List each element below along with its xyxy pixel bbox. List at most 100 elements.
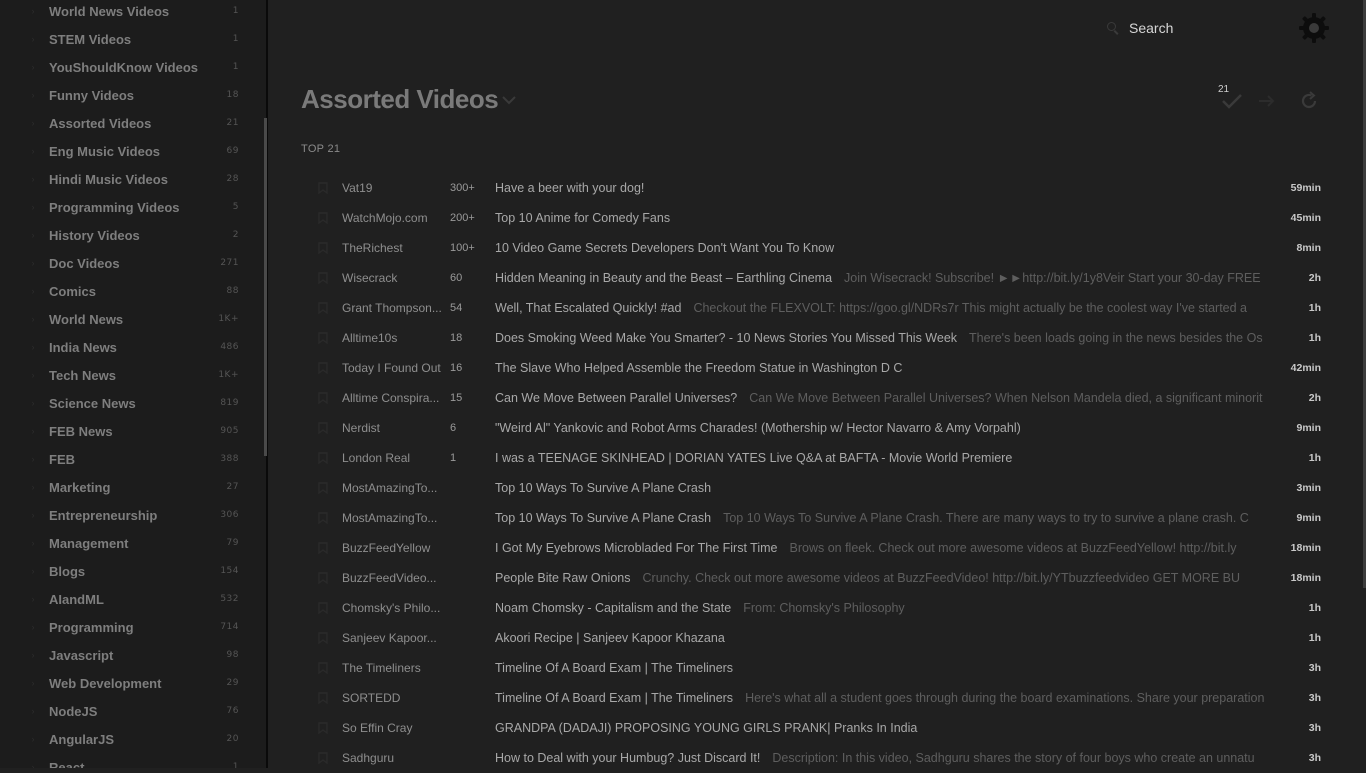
sidebar-item[interactable]: › React 1 <box>0 753 262 769</box>
sidebar-item[interactable]: › Assorted Videos 21 <box>0 109 262 137</box>
article-row[interactable]: Sanjeev Kapoor... Akoori Recipe | Sanjeev… <box>301 623 1328 653</box>
sidebar-item[interactable]: › Comics 88 <box>0 277 262 305</box>
article-source[interactable]: The Timeliners <box>342 661 444 675</box>
article-row[interactable]: TheRichest 100+ 10 Video Game Secrets Deve… <box>301 233 1328 263</box>
article-source[interactable]: Wisecrack <box>342 271 444 285</box>
sidebar-item[interactable]: › YouShouldKnow Videos 1 <box>0 53 262 81</box>
article-text[interactable]: Top 10 Anime for Comedy Fans <box>495 211 1293 225</box>
article-text[interactable]: Well, That Escalated Quickly! #ad Checkou… <box>495 301 1293 315</box>
article-row[interactable]: The Timeliners Timeline Of A Board Exam |… <box>301 653 1328 683</box>
article-text[interactable]: Does Smoking Weed Make You Smarter? - 10… <box>495 331 1293 345</box>
article-source[interactable]: Chomsky's Philo... <box>342 601 444 615</box>
sidebar-item[interactable]: › FEB 388 <box>0 445 262 473</box>
article-source[interactable]: So Effin Cray <box>342 721 444 735</box>
sidebar-item[interactable]: › Blogs 154 <box>0 557 262 585</box>
bookmark-icon[interactable] <box>318 362 328 374</box>
article-title[interactable]: Top 10 Anime for Comedy Fans <box>495 211 670 225</box>
article-source[interactable]: WatchMojo.com <box>342 211 444 225</box>
chevron-right-icon[interactable]: › <box>29 426 37 436</box>
bookmark-icon[interactable] <box>318 452 328 464</box>
article-row[interactable]: Nerdist 6 "Weird Al" Yankovic and Robot Ar… <box>301 413 1328 443</box>
sidebar-item[interactable]: › Management 79 <box>0 529 262 557</box>
chevron-right-icon[interactable]: › <box>29 594 37 604</box>
sidebar-item[interactable]: › Science News 819 <box>0 389 262 417</box>
article-source[interactable]: BuzzFeedYellow <box>342 541 444 555</box>
article-text[interactable]: Timeline Of A Board Exam | The Timeliner… <box>495 691 1293 705</box>
search-label[interactable]: Search <box>1129 20 1173 36</box>
article-title[interactable]: Top 10 Ways To Survive A Plane Crash <box>495 511 711 525</box>
bookmark-icon[interactable] <box>318 722 328 734</box>
chevron-right-icon[interactable]: › <box>29 230 37 240</box>
bookmark-icon[interactable] <box>318 242 328 254</box>
article-row[interactable]: SORTEDD Timeline Of A Board Exam | The Ti… <box>301 683 1328 713</box>
refresh-icon[interactable] <box>1298 90 1320 112</box>
chevron-right-icon[interactable]: › <box>29 398 37 408</box>
sidebar-item[interactable]: › Funny Videos 18 <box>0 81 262 109</box>
article-text[interactable]: "Weird Al" Yankovic and Robot Arms Chara… <box>495 421 1293 435</box>
chevron-right-icon[interactable]: › <box>29 706 37 716</box>
article-row[interactable]: So Effin Cray GRANDPA (DADAJI) PROPOSING … <box>301 713 1328 743</box>
bookmark-icon[interactable] <box>318 752 328 764</box>
article-text[interactable]: Akoori Recipe | Sanjeev Kapoor Khazana <box>495 631 1293 645</box>
article-source[interactable]: Vat19 <box>342 181 444 195</box>
article-text[interactable]: Timeline Of A Board Exam | The Timeliner… <box>495 661 1293 675</box>
sidebar-item[interactable]: › AngularJS 20 <box>0 725 262 753</box>
article-row[interactable]: MostAmazingTo... Top 10 Ways To Survive A… <box>301 473 1328 503</box>
article-text[interactable]: Top 10 Ways To Survive A Plane Crash <box>495 481 1293 495</box>
article-source[interactable]: TheRichest <box>342 241 444 255</box>
article-row[interactable]: BuzzFeedVideo... People Bite Raw Onions Cr… <box>301 563 1328 593</box>
article-row[interactable]: London Real 1 I was a TEENAGE SKINHEAD | D… <box>301 443 1328 473</box>
chevron-right-icon[interactable]: › <box>29 202 37 212</box>
chevron-right-icon[interactable]: › <box>29 538 37 548</box>
sidebar-item[interactable]: › STEM Videos 1 <box>0 25 262 53</box>
bookmark-icon[interactable] <box>318 272 328 284</box>
sidebar-item[interactable]: › Hindi Music Videos 28 <box>0 165 262 193</box>
chevron-right-icon[interactable]: › <box>29 650 37 660</box>
sidebar-item[interactable]: › World News Videos 1 <box>0 0 262 25</box>
article-text[interactable]: The Slave Who Helped Assemble the Freedo… <box>495 361 1293 375</box>
article-title[interactable]: Does Smoking Weed Make You Smarter? - 10… <box>495 331 957 345</box>
chevron-right-icon[interactable]: › <box>29 566 37 576</box>
sidebar-item[interactable]: › Programming 714 <box>0 613 262 641</box>
article-title[interactable]: I Got My Eyebrows Microbladed For The Fi… <box>495 541 778 555</box>
article-text[interactable]: Can We Move Between Parallel Universes? C… <box>495 391 1293 405</box>
article-text[interactable]: I was a TEENAGE SKINHEAD | DORIAN YATES … <box>495 451 1293 465</box>
chevron-right-icon[interactable]: › <box>29 174 37 184</box>
article-row[interactable]: Sadhguru How to Deal with your Humbug? Ju… <box>301 743 1328 773</box>
article-source[interactable]: Nerdist <box>342 421 444 435</box>
article-title[interactable]: People Bite Raw Onions <box>495 571 631 585</box>
bookmark-icon[interactable] <box>318 632 328 644</box>
bookmark-icon[interactable] <box>318 302 328 314</box>
chevron-right-icon[interactable]: › <box>29 454 37 464</box>
sidebar-item[interactable]: › Doc Videos 271 <box>0 249 262 277</box>
chevron-right-icon[interactable]: › <box>29 34 37 44</box>
bookmark-icon[interactable] <box>318 332 328 344</box>
article-title[interactable]: Can We Move Between Parallel Universes? <box>495 391 737 405</box>
bookmark-icon[interactable] <box>318 662 328 674</box>
chevron-right-icon[interactable]: › <box>29 342 37 352</box>
article-row[interactable]: Alltime Conspira... 15 Can We Move Between… <box>301 383 1328 413</box>
sidebar-item[interactable]: › NodeJS 76 <box>0 697 262 725</box>
article-title[interactable]: Akoori Recipe | Sanjeev Kapoor Khazana <box>495 631 725 645</box>
article-row[interactable]: Alltime10s 18 Does Smoking Weed Make You S… <box>301 323 1328 353</box>
article-row[interactable]: Today I Found Out 16 The Slave Who Helped … <box>301 353 1328 383</box>
article-title[interactable]: I was a TEENAGE SKINHEAD | DORIAN YATES … <box>495 451 1012 465</box>
article-row[interactable]: WatchMojo.com 200+ Top 10 Anime for Comedy… <box>301 203 1328 233</box>
article-title[interactable]: The Slave Who Helped Assemble the Freedo… <box>495 361 902 375</box>
article-source[interactable]: London Real <box>342 451 444 465</box>
chevron-down-icon[interactable] <box>501 94 517 106</box>
article-source[interactable]: BuzzFeedVideo... <box>342 571 444 585</box>
article-title[interactable]: Hidden Meaning in Beauty and the Beast –… <box>495 271 832 285</box>
chevron-right-icon[interactable]: › <box>29 510 37 520</box>
sidebar-item[interactable]: › India News 486 <box>0 333 262 361</box>
sidebar-item[interactable]: › Javascript 98 <box>0 641 262 669</box>
sidebar-item[interactable]: › Tech News 1K+ <box>0 361 262 389</box>
article-text[interactable]: GRANDPA (DADAJI) PROPOSING YOUNG GIRLS P… <box>495 721 1293 735</box>
article-text[interactable]: Hidden Meaning in Beauty and the Beast –… <box>495 271 1293 285</box>
next-arrow-icon[interactable] <box>1256 90 1278 112</box>
article-title[interactable]: "Weird Al" Yankovic and Robot Arms Chara… <box>495 421 1021 435</box>
chevron-right-icon[interactable]: › <box>29 258 37 268</box>
chevron-right-icon[interactable]: › <box>29 146 37 156</box>
article-source[interactable]: Today I Found Out <box>342 361 444 375</box>
bookmark-icon[interactable] <box>318 572 328 584</box>
